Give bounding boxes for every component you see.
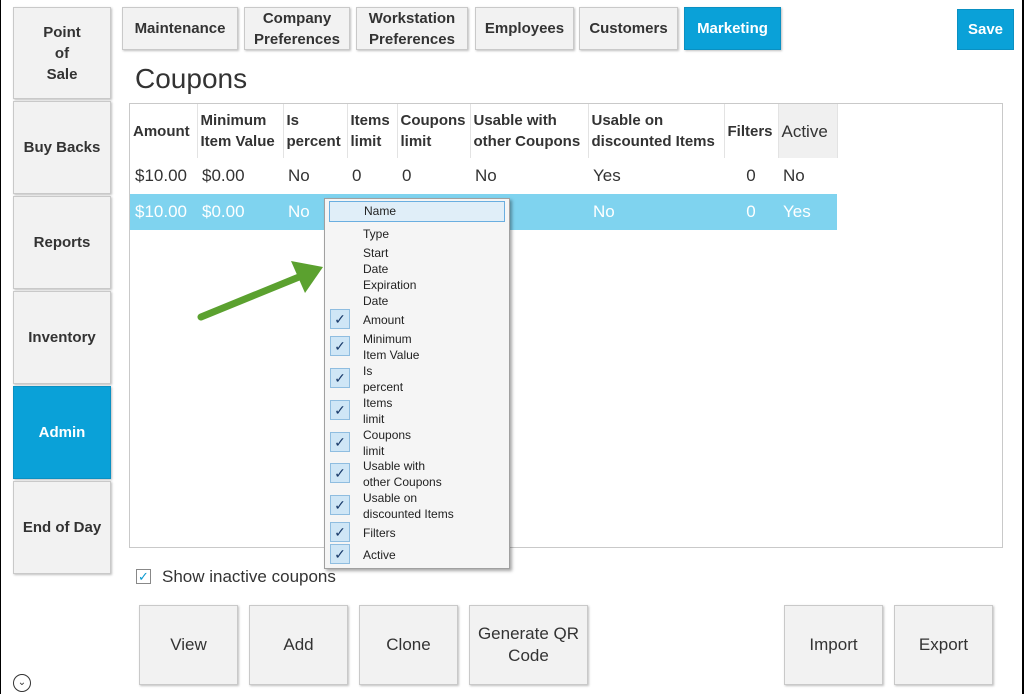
nav-reports[interactable]: Reports	[13, 196, 111, 289]
menu-item-label: Usable with other Coupons	[363, 459, 442, 489]
column-header-usable-on-discounted-items[interactable]: Usable on discounted Items	[588, 104, 725, 158]
cell-filters: 0	[746, 166, 756, 185]
menu-item-coupons-limit[interactable]: ✓ Coupons limit	[325, 427, 509, 459]
menu-item-type[interactable]: Type	[325, 226, 509, 242]
show-inactive-label: Show inactive coupons	[162, 567, 336, 586]
column-header-amount[interactable]: Amount	[130, 104, 198, 158]
check-icon: ✓	[138, 569, 149, 584]
cell-active: Yes	[778, 194, 837, 230]
table-row[interactable]: $10.00 $0.00 No 0 0 No Yes 0 No	[130, 158, 837, 194]
cell-usable-on-discounted: Yes	[593, 166, 621, 185]
cell-filters: 0	[724, 194, 778, 230]
check-icon: ✓	[330, 463, 350, 483]
column-header-filters[interactable]: Filters	[724, 104, 779, 158]
annotation-arrow-icon	[197, 261, 323, 321]
cell-usable-with-other: No	[475, 166, 497, 185]
menu-item-label: Expiration Date	[363, 278, 417, 308]
tab-label: Company Preferences	[254, 9, 340, 48]
tab-label: Workstation Preferences	[368, 9, 456, 48]
check-icon: ✓	[330, 368, 350, 388]
nav-label: Admin	[38, 424, 86, 441]
view-button[interactable]: View	[139, 605, 238, 685]
menu-item-active[interactable]: ✓ Active	[325, 544, 509, 564]
cell-minimum-item-value: $0.00	[197, 194, 283, 230]
menu-item-label: Amount	[363, 313, 405, 327]
tab-label: Marketing	[697, 20, 768, 37]
import-button[interactable]: Import	[784, 605, 883, 685]
tab-workstation-preferences[interactable]: Workstation Preferences	[356, 7, 468, 50]
menu-item-usable-on-discounted-items[interactable]: ✓ Usable on discounted Items	[325, 490, 509, 522]
nav-label: Buy Backs	[23, 139, 101, 156]
menu-item-label: Coupons limit	[363, 428, 412, 458]
column-header-is-percent[interactable]: Is percent	[283, 104, 348, 158]
show-inactive-checkbox[interactable]: ✓	[136, 569, 151, 584]
check-icon: ✓	[330, 309, 350, 329]
nav-buy-backs[interactable]: Buy Backs	[13, 101, 111, 194]
menu-item-label: Items limit	[363, 396, 393, 426]
menu-item-items-limit[interactable]: ✓ Items limit	[325, 395, 509, 427]
check-icon: ✓	[330, 432, 350, 452]
cell-minimum-item-value: $0.00	[202, 166, 245, 185]
check-icon: ✓	[330, 495, 350, 515]
menu-item-usable-with-other-coupons[interactable]: ✓ Usable with other Coupons	[325, 458, 509, 490]
nav-end-of-day[interactable]: End of Day	[13, 481, 111, 574]
add-button[interactable]: Add	[249, 605, 348, 685]
menu-item-label: Minimum Item Value	[363, 332, 420, 362]
column-header-minimum-item-value[interactable]: Minimum Item Value	[197, 104, 284, 158]
chevron-down-icon[interactable]: ⌄	[13, 674, 31, 692]
nav-label: End of Day	[22, 519, 102, 536]
tab-customers[interactable]: Customers	[579, 7, 678, 50]
page-title: Coupons	[135, 63, 248, 94]
menu-item-label: Name	[364, 204, 397, 218]
column-header-items-limit[interactable]: Items limit	[347, 104, 398, 158]
menu-item-name[interactable]: Name	[329, 201, 505, 222]
grid-header-row: Amount Minimum Item Value Is percent Ite…	[130, 104, 838, 158]
export-button[interactable]: Export	[894, 605, 993, 685]
cell-items-limit: 0	[352, 166, 362, 185]
tab-company-preferences[interactable]: Company Preferences	[244, 7, 350, 50]
tab-label: Maintenance	[134, 20, 226, 37]
tab-label: Customers	[589, 20, 668, 37]
check-icon: ✓	[330, 544, 350, 564]
check-icon: ✓	[330, 336, 350, 356]
menu-item-label: Type	[363, 227, 390, 241]
nav-label: Reports	[33, 234, 91, 251]
save-button[interactable]: Save	[957, 9, 1014, 50]
cell-coupons-limit: 0	[402, 166, 412, 185]
tab-marketing[interactable]: Marketing	[684, 7, 781, 50]
cell-amount: $10.00	[130, 194, 197, 230]
menu-item-filters[interactable]: ✓ Filters	[325, 522, 509, 542]
menu-item-is-percent[interactable]: ✓ Is percent	[325, 363, 509, 395]
menu-item-start-date[interactable]: Start Date	[325, 245, 509, 277]
menu-item-expiration-date[interactable]: Expiration Date	[325, 277, 509, 309]
column-header-coupons-limit[interactable]: Coupons limit	[397, 104, 471, 158]
cell-amount: $10.00	[135, 166, 187, 185]
menu-item-label: Start Date	[363, 246, 389, 276]
tab-employees[interactable]: Employees	[475, 7, 574, 50]
tab-maintenance[interactable]: Maintenance	[122, 7, 238, 50]
menu-item-amount[interactable]: ✓ Amount	[325, 309, 509, 329]
clone-button[interactable]: Clone	[359, 605, 458, 685]
cell-active: No	[783, 166, 805, 185]
nav-inventory[interactable]: Inventory	[13, 291, 111, 384]
nav-label: Inventory	[28, 329, 96, 346]
menu-item-minimum-item-value[interactable]: ✓ Minimum Item Value	[325, 331, 509, 363]
nav-admin[interactable]: Admin	[13, 386, 111, 479]
nav-point-of-sale[interactable]: Point of Sale	[13, 7, 111, 99]
menu-item-label: Filters	[363, 526, 396, 540]
column-header-active[interactable]: Active	[778, 104, 838, 158]
check-icon: ✓	[330, 522, 350, 542]
nav-label: Point of Sale	[43, 23, 81, 83]
tab-label: Employees	[484, 20, 565, 37]
menu-item-label: Is percent	[363, 364, 404, 394]
column-header-usable-with-other-coupons[interactable]: Usable with other Coupons	[470, 104, 589, 158]
menu-item-label: Usable on discounted Items	[363, 491, 454, 521]
cell-is-percent: No	[288, 166, 310, 185]
cell-usable-on-discounted: No	[588, 194, 724, 230]
check-icon: ✓	[330, 400, 350, 420]
menu-item-label: Active	[363, 548, 396, 562]
column-chooser-menu: Name Type Start Date Expiration Date ✓ Am…	[324, 198, 510, 569]
generate-qr-code-button[interactable]: Generate QR Code	[469, 605, 588, 685]
